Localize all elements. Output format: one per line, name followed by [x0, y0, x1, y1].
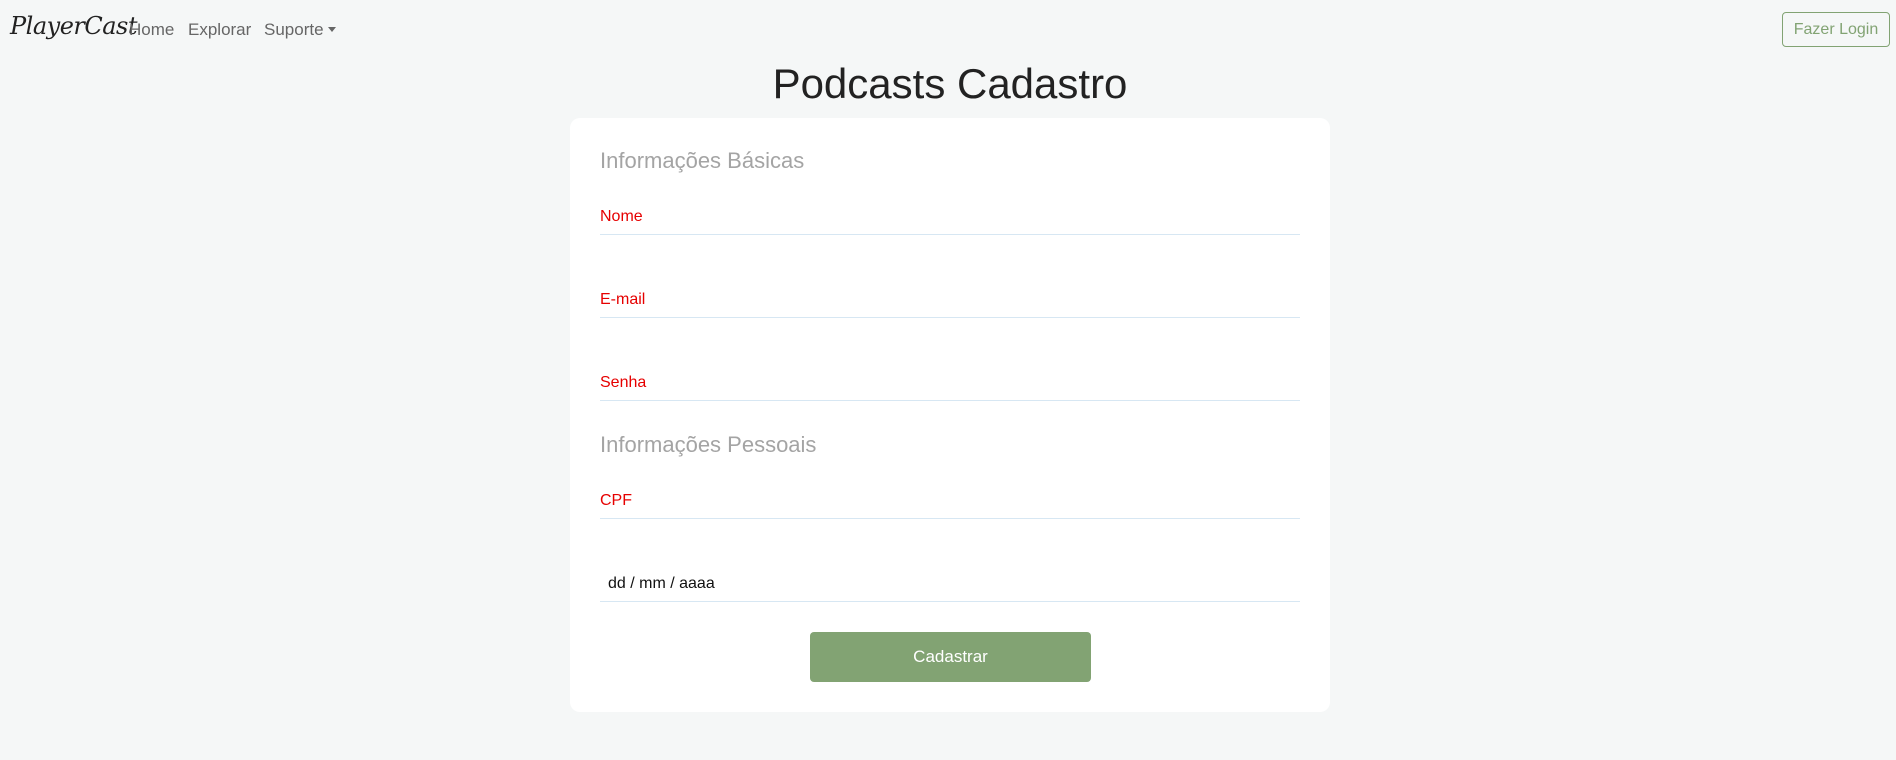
login-button[interactable]: Fazer Login — [1782, 12, 1890, 47]
top-navbar: PlayerCast Home Explorar Suporte Fazer L… — [0, 0, 1896, 60]
section-title-basic: Informações Básicas — [600, 148, 805, 173]
cpf-field[interactable]: CPF — [600, 486, 1304, 520]
page-title: Podcasts Cadastro — [772, 60, 1128, 107]
cpf-label: CPF — [600, 492, 632, 509]
email-input[interactable] — [600, 285, 1304, 319]
birthdate-field[interactable]: dd / mm / aaaa — [600, 569, 1304, 603]
nav-dropdown-suporte[interactable]: Suporte — [264, 20, 336, 40]
nome-field[interactable]: Nome — [600, 202, 1304, 236]
signup-form-card: Informações Básicas Nome E-mail Senha In… — [570, 118, 1330, 712]
cadastrar-button[interactable]: Cadastrar — [810, 632, 1091, 682]
date-placeholder: dd / mm / aaaa — [608, 575, 715, 592]
email-field[interactable]: E-mail — [600, 285, 1304, 319]
nav-dropdown-label: Suporte — [264, 20, 324, 39]
brand-logo[interactable]: PlayerCast — [10, 12, 138, 40]
nav-link-explorar[interactable]: Explorar — [188, 20, 251, 40]
senha-input[interactable] — [600, 368, 1304, 402]
nav-link-home[interactable]: Home — [129, 20, 174, 40]
senha-label: Senha — [600, 374, 647, 391]
cpf-input[interactable] — [600, 486, 1304, 520]
section-title-personal: Informações Pessoais — [600, 432, 817, 457]
email-label: E-mail — [600, 291, 646, 308]
nome-label: Nome — [600, 208, 643, 225]
nome-input[interactable] — [600, 202, 1304, 236]
senha-field[interactable]: Senha — [600, 368, 1304, 402]
caret-down-icon — [327, 27, 336, 32]
